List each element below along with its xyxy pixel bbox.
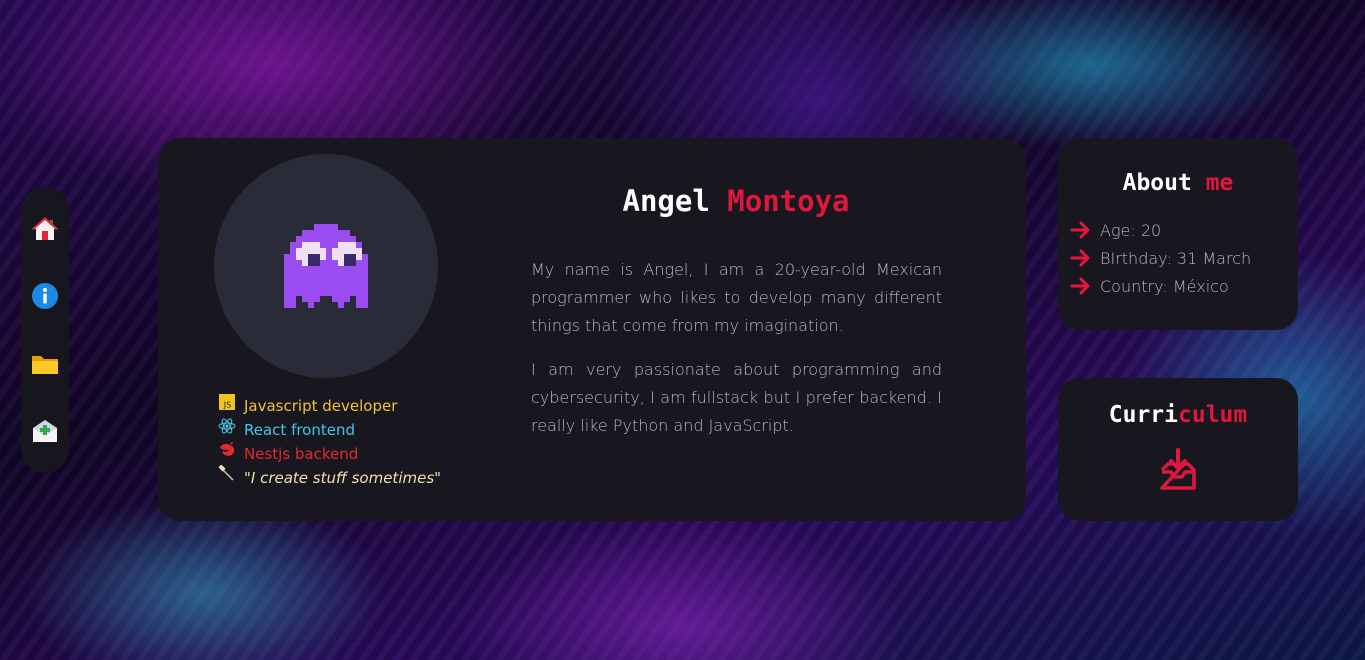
- react-icon: [218, 417, 236, 435]
- skill-label: Javascript developer: [244, 397, 398, 415]
- nav-contact-button[interactable]: [28, 414, 62, 448]
- about-item-birthday: BIrthday: 31 March: [1070, 244, 1298, 272]
- nav-home-button[interactable]: [28, 212, 62, 246]
- envelope-icon: [33, 420, 57, 443]
- about-item-text: Age: 20: [1100, 220, 1162, 240]
- about-item-text: Country: México: [1100, 276, 1229, 296]
- about-card: About me Age: 20 BIrthday: 31 March Coun…: [1058, 138, 1298, 330]
- nestjs-icon: [218, 441, 236, 459]
- profile-name: Angel Montoya: [530, 184, 942, 218]
- nav-info-button[interactable]: [28, 279, 62, 313]
- last-name: Montoya: [727, 184, 850, 218]
- about-title: About me: [1058, 170, 1298, 196]
- profile-card: JS Javascript developer React frontend N…: [158, 138, 1026, 521]
- arrow-right-icon: [1070, 249, 1090, 267]
- curriculum-card: Curriculum: [1058, 378, 1298, 521]
- arrow-right-icon: [1070, 221, 1090, 239]
- info-icon: [32, 283, 58, 310]
- skills-list: JS Javascript developer React frontend N…: [218, 394, 441, 490]
- download-tray-icon: [1160, 448, 1196, 490]
- skill-javascript: JS Javascript developer: [218, 394, 441, 418]
- bio-paragraph: I am very passionate about programming a…: [531, 360, 942, 435]
- about-item-text: BIrthday: 31 March: [1100, 248, 1252, 268]
- first-name: Angel: [622, 184, 710, 218]
- curriculum-title: Curriculum: [1058, 402, 1298, 428]
- pixel-ghost-icon: [284, 224, 368, 308]
- arrow-right-icon: [1070, 277, 1090, 295]
- skill-label: React frontend: [244, 421, 356, 439]
- curriculum-title-main: Curri: [1108, 402, 1178, 428]
- house-icon: [31, 216, 59, 240]
- pin-icon: [218, 465, 236, 483]
- skill-nestjs: Nestjs backend: [218, 442, 441, 466]
- nav-projects-button[interactable]: [28, 347, 62, 381]
- js-icon: JS: [218, 393, 236, 411]
- side-nav: [21, 187, 69, 473]
- svg-text:JS: JS: [223, 401, 231, 410]
- about-list: Age: 20 BIrthday: 31 March Country: Méxi…: [1058, 216, 1298, 300]
- folder-icon: [32, 355, 58, 374]
- skill-react: React frontend: [218, 418, 441, 442]
- about-title-main: About: [1122, 170, 1192, 196]
- bio-paragraph: My name is Angel, I am a 20-year-old Mex…: [531, 260, 942, 335]
- skill-label: "I create stuff sometimes": [244, 469, 442, 487]
- skill-quote: "I create stuff sometimes": [218, 465, 442, 490]
- avatar: [214, 154, 438, 378]
- about-item-age: Age: 20: [1070, 216, 1298, 244]
- about-item-country: Country: México: [1070, 272, 1298, 300]
- bio: My name is Angel, I am a 20-year-old Mex…: [531, 256, 942, 456]
- download-cv-button[interactable]: [1158, 448, 1198, 492]
- curriculum-title-accent: culum: [1178, 402, 1248, 428]
- skill-label: Nestjs backend: [244, 445, 359, 463]
- about-title-accent: me: [1205, 170, 1234, 196]
